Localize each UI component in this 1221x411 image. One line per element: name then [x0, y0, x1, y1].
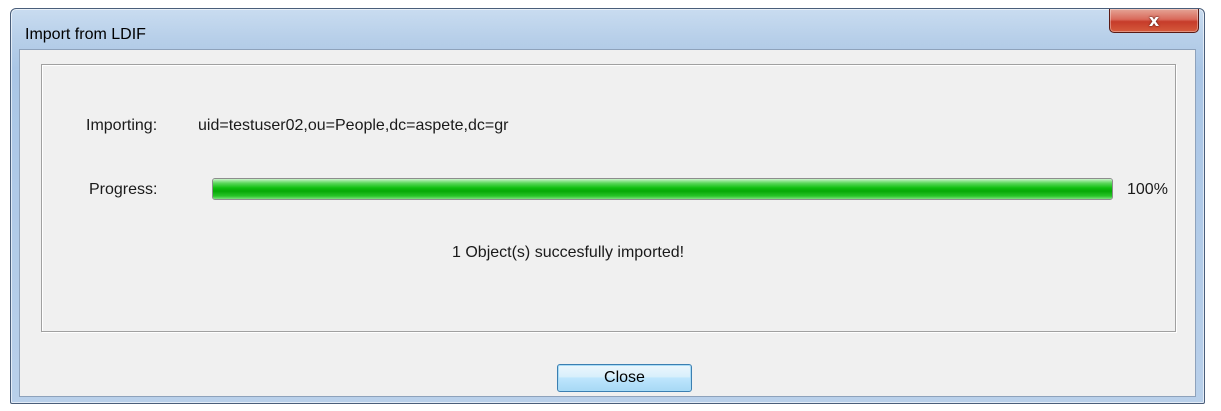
- importing-label: Importing:: [86, 117, 158, 134]
- import-ldif-dialog: Import from LDIF x Importing: uid=testus…: [10, 8, 1205, 404]
- dialog-client-area: Importing: uid=testuser02,ou=People,dc=a…: [19, 49, 1196, 397]
- close-button[interactable]: Close: [557, 364, 692, 392]
- title-bar[interactable]: Import from LDIF x: [11, 9, 1204, 49]
- dialog-title: Import from LDIF: [25, 26, 146, 43]
- importing-value: uid=testuser02,ou=People,dc=aspete,dc=gr: [198, 117, 509, 134]
- progress-label: Progress:: [89, 181, 158, 198]
- progress-percent: 100%: [1127, 181, 1168, 198]
- window-close-button[interactable]: x: [1109, 9, 1199, 33]
- status-message: 1 Object(s) succesfully imported!: [452, 244, 685, 261]
- close-icon: x: [1148, 11, 1160, 30]
- progress-bar: [212, 178, 1113, 200]
- progress-bar-fill: [213, 179, 1112, 199]
- import-group-box: Importing: uid=testuser02,ou=People,dc=a…: [41, 64, 1176, 332]
